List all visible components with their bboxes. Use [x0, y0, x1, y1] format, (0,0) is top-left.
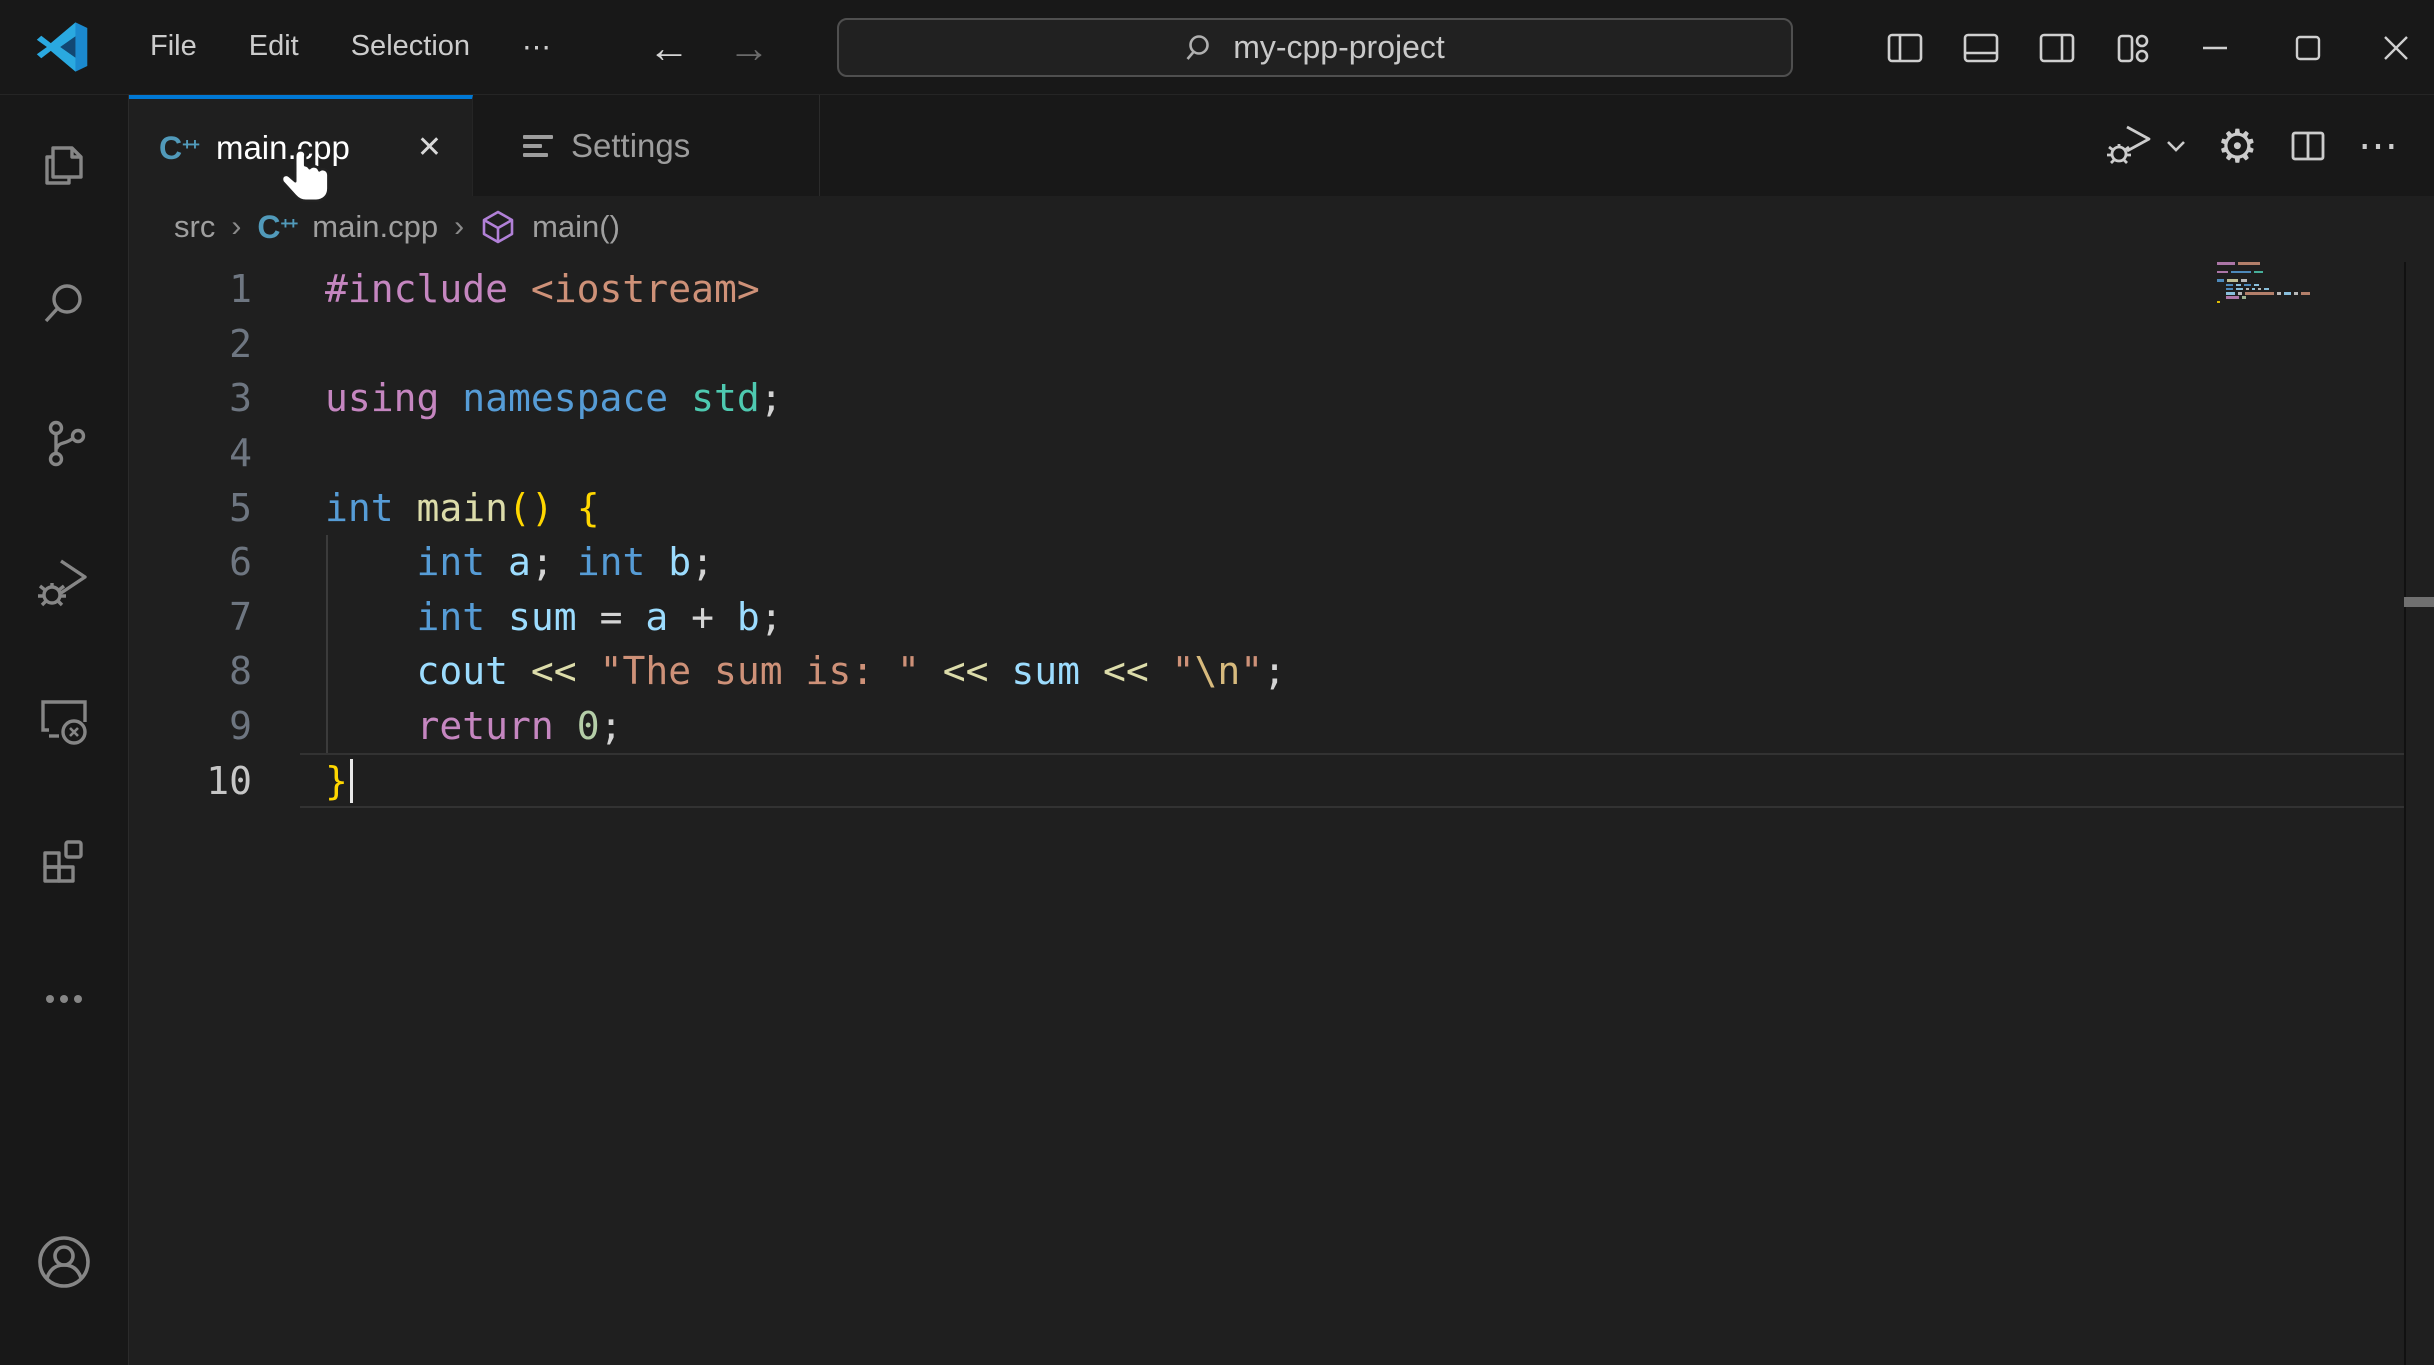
customize-layout-icon[interactable]: [2095, 0, 2171, 95]
code-line[interactable]: 4: [129, 426, 2434, 481]
menu-more[interactable]: ⋯: [498, 22, 575, 73]
search-sidebar-icon[interactable]: [0, 234, 128, 373]
code-line[interactable]: 6 int a; int b;: [129, 535, 2434, 590]
line-number: 5: [229, 485, 252, 530]
editor-actions: ⚙ ⋯: [2105, 95, 2434, 196]
open-settings-gear-icon[interactable]: ⚙: [2217, 123, 2258, 169]
text-cursor: [350, 759, 353, 803]
tab-settings[interactable]: Settings: [473, 95, 820, 196]
menu-edit[interactable]: Edit: [225, 22, 323, 73]
run-and-debug-icon[interactable]: [0, 512, 128, 651]
line-number: 8: [229, 649, 252, 694]
remote-explorer-icon[interactable]: [0, 651, 128, 790]
breadcrumb-separator: ›: [454, 210, 465, 243]
history-navigation: ← →: [648, 0, 770, 95]
code-text: }: [325, 758, 348, 803]
tab-settings-label: Settings: [571, 126, 691, 164]
command-center-search[interactable]: my-cpp-project: [837, 18, 1793, 77]
code-line[interactable]: 2: [129, 317, 2434, 372]
minimize-button[interactable]: [2177, 0, 2253, 95]
code-line[interactable]: 10}: [129, 753, 2434, 808]
editor-group: C++ main.cpp ✕ Settings ⚙ ⋯ src › C++ ma…: [129, 95, 2434, 1365]
split-editor-icon[interactable]: [2288, 126, 2328, 166]
additional-views-icon[interactable]: [0, 929, 128, 1068]
title-bar: File Edit Selection ⋯ ← → my-cpp-project: [0, 0, 2434, 95]
toggle-secondary-sidebar-icon[interactable]: [2019, 0, 2095, 95]
line-number: 2: [229, 321, 252, 366]
overview-ruler-border: [2404, 262, 2406, 1365]
run-dropdown-chevron-icon: [2166, 140, 2185, 152]
line-number: 4: [229, 431, 252, 476]
tab-main-cpp-label: main.cpp: [215, 128, 350, 166]
code-line[interactable]: 1 #include <iostream>: [129, 262, 2434, 317]
code-line[interactable]: 9 return 0;: [129, 699, 2434, 754]
extensions-icon[interactable]: [0, 790, 128, 929]
code-text: int sum = a + b;: [416, 594, 783, 639]
tab-bar: C++ main.cpp ✕ Settings ⚙ ⋯: [129, 95, 2434, 196]
code-editor-surface[interactable]: 1 #include <iostream> 2 3 using namespace st…: [129, 258, 2434, 808]
code-text: #include <iostream>: [325, 267, 760, 312]
code-line[interactable]: 3 using namespace std;: [129, 371, 2434, 426]
menu-selection[interactable]: Selection: [327, 22, 494, 73]
cpp-file-icon: C++: [257, 209, 298, 245]
code-line[interactable]: 7 int sum = a + b;: [129, 590, 2434, 645]
menu-file[interactable]: File: [126, 22, 221, 73]
breadcrumb: src › C++ main.cpp › main(): [129, 196, 2434, 258]
activity-bar: [0, 95, 129, 1365]
go-back-icon[interactable]: ←: [648, 26, 690, 69]
toggle-primary-sidebar-icon[interactable]: [1867, 0, 1943, 95]
cpp-file-icon: C++: [159, 130, 200, 166]
line-number: 10: [206, 758, 252, 803]
code-line[interactable]: 8 cout << "The sum is: " << sum << "\n";: [129, 644, 2434, 699]
account-icon[interactable]: [0, 1192, 128, 1332]
code-text: using namespace std;: [325, 376, 783, 421]
menu-bar: File Edit Selection ⋯: [126, 22, 575, 73]
more-actions-icon[interactable]: ⋯: [2358, 126, 2400, 166]
code-text: int main() {: [325, 485, 600, 530]
maximize-button[interactable]: [2270, 0, 2346, 95]
line-number: 3: [229, 376, 252, 421]
breadcrumb-src[interactable]: src: [174, 209, 215, 245]
code-text: return 0;: [416, 704, 623, 749]
vscode-logo-icon: [34, 19, 90, 75]
symbol-cube-icon: [480, 209, 516, 245]
explorer-icon[interactable]: [0, 95, 128, 234]
tab-main-cpp[interactable]: C++ main.cpp ✕: [129, 95, 473, 196]
code-text: int a; int b;: [416, 540, 715, 585]
toggle-panel-icon[interactable]: [1943, 0, 2019, 95]
run-or-debug-button[interactable]: [2105, 123, 2187, 169]
line-number: 9: [229, 704, 252, 749]
minimap[interactable]: [2217, 262, 2317, 310]
breadcrumb-separator: ›: [231, 210, 242, 243]
breadcrumb-main-cpp[interactable]: main.cpp: [312, 209, 438, 245]
line-number: 6: [229, 540, 252, 585]
command-center-text: my-cpp-project: [1233, 29, 1445, 65]
line-number: 7: [229, 594, 252, 639]
code-text: cout << "The sum is: " << sum << "\n";: [416, 649, 1287, 694]
close-window-button[interactable]: [2358, 0, 2434, 95]
go-forward-icon[interactable]: →: [728, 26, 770, 69]
line-number: 1: [229, 267, 252, 312]
settings-list-icon: [523, 134, 553, 157]
overview-ruler-cursor-marker: [2404, 597, 2434, 607]
code-line[interactable]: 5 int main() {: [129, 480, 2434, 535]
breadcrumb-main-symbol[interactable]: main(): [532, 209, 620, 245]
tab-close-icon[interactable]: ✕: [409, 126, 450, 169]
search-icon: [1186, 34, 1209, 60]
editor: src › C++ main.cpp › main() 1 #include <i…: [129, 196, 2434, 1365]
source-control-icon[interactable]: [0, 373, 128, 512]
